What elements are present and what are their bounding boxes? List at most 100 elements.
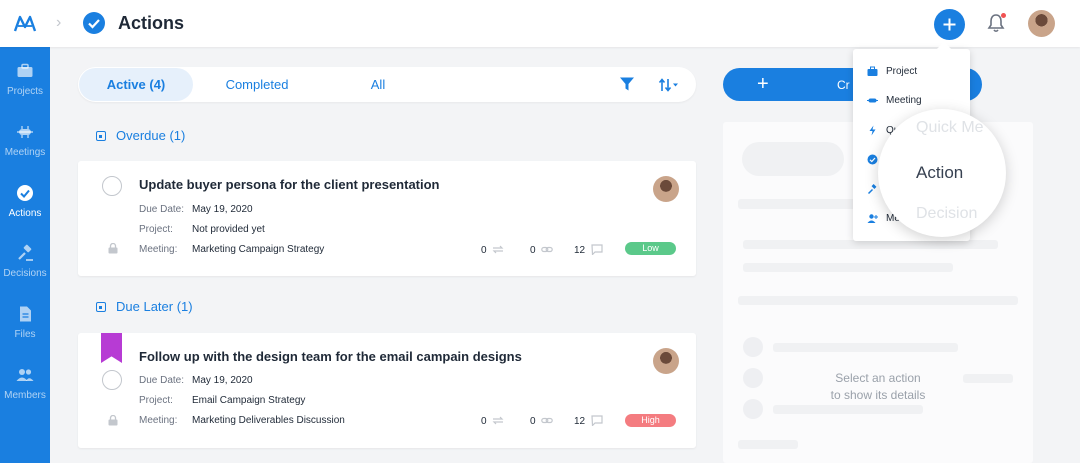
filter-bar: Active (4) Completed All [78,67,696,102]
top-bar: › Actions [0,0,1080,47]
meeting-icon [17,126,33,138]
plus-icon: + [757,73,769,95]
link-icon [541,246,553,253]
skeleton-line [738,296,1018,305]
repeat-icon [492,245,504,254]
meeting-value: Marketing Campaign Strategy [192,244,325,255]
check-circle-icon [17,185,33,201]
meeting-label: Meeting: [139,415,178,426]
file-icon [20,306,31,322]
sidebar-item-label: Decisions [3,268,47,279]
briefcase-icon [17,63,33,77]
meeting-value: Marketing Deliverables Discussion [192,415,345,426]
due-date-value: May 19, 2020 [192,204,253,215]
magnified-item-action[interactable]: Action [916,163,963,183]
skeleton-line [773,405,923,414]
skeleton-line [743,240,998,249]
priority-badge: High [625,414,676,427]
check-circle-icon [867,154,878,165]
add-new-button[interactable] [934,9,965,40]
sidebar-item-label: Meetings [4,147,46,158]
link-count: 0 [530,416,536,427]
menu-magnifier-highlight[interactable]: Quick Me Action Decision [878,109,1006,237]
user-avatar[interactable] [1028,10,1055,37]
empty-state-message: Select an action to show its details [723,370,1033,404]
sidebar-item-label: Members [4,390,46,401]
page-title: Actions [118,13,185,33]
magnified-item-below: Decision [916,205,978,222]
action-title: Update buyer persona for the client pres… [139,177,440,192]
due-date-label: Due Date: [139,204,185,215]
skeleton-block [742,142,844,176]
empty-state-line: Select an action [835,371,921,385]
breadcrumb-chevron-icon: › [56,14,62,31]
priority-badge: Low [625,242,676,255]
meeting-label: Meeting: [139,244,178,255]
filter-icon[interactable] [619,76,635,92]
sidebar: Projects Meetings Actions Decisions File… [0,47,50,463]
calendar-icon [96,131,106,141]
group-heading-due-later[interactable]: Due Later (1) [96,299,193,314]
tab-completed[interactable]: Completed [203,68,311,101]
sort-icon[interactable] [658,77,680,93]
sidebar-item-projects[interactable]: Projects [0,62,50,118]
group-heading-label: Due Later (1) [116,299,193,314]
project-value: Not provided yet [192,224,265,235]
notification-badge [1001,13,1006,18]
complete-checkbox[interactable] [102,370,122,390]
action-card[interactable]: Follow up with the design team for the e… [78,333,696,448]
empty-state-line: to show its details [830,388,926,402]
actions-check-icon [83,12,105,34]
create-button-label: Cr [837,78,850,92]
gavel-icon [867,184,877,195]
repeat-count: 0 [481,245,487,256]
magnified-item-above: Quick Me [916,119,984,136]
action-title: Follow up with the design team for the e… [139,349,522,364]
sidebar-item-files[interactable]: Files [0,305,50,361]
action-card[interactable]: Update buyer persona for the client pres… [78,161,696,276]
repeat-icon [492,416,504,425]
group-heading-overdue[interactable]: Overdue (1) [96,128,185,143]
comment-count: 12 [574,416,586,427]
project-value: Email Campaign Strategy [192,395,306,406]
lock-icon [108,415,118,426]
calendar-icon [96,302,106,312]
link-count: 0 [530,245,536,256]
group-heading-label: Overdue (1) [116,128,186,143]
assignee-avatar[interactable] [653,176,679,202]
skeleton-line [738,440,798,449]
sidebar-item-label: Actions [8,208,42,219]
skeleton-circle [743,337,763,357]
due-date-value: May 19, 2020 [192,375,253,386]
menu-item-meeting[interactable]: Meeting [867,94,967,108]
sidebar-item-members[interactable]: Members [0,366,50,422]
comment-icon [591,244,603,255]
app-logo-icon[interactable] [13,13,37,35]
skeleton-line [743,263,953,272]
bolt-icon [869,125,876,136]
repeat-count: 0 [481,416,487,427]
assignee-avatar[interactable] [653,348,679,374]
gavel-icon [18,244,33,261]
people-icon [16,369,34,381]
sidebar-item-actions[interactable]: Actions [0,184,50,240]
sidebar-item-meetings[interactable]: Meetings [0,123,50,179]
due-date-label: Due Date: [139,375,185,386]
menu-item-label: Project [886,66,918,77]
complete-checkbox[interactable] [102,176,122,196]
link-icon [541,417,553,424]
add-person-icon [867,214,878,223]
skeleton-line [773,343,958,352]
lock-icon [108,243,118,254]
tab-all[interactable]: All [338,68,418,101]
menu-item-label: Meeting [886,95,922,106]
tab-active[interactable]: Active (4) [79,68,193,101]
menu-item-project[interactable]: Project [867,65,967,79]
meeting-icon [867,98,878,103]
comment-count: 12 [574,245,586,256]
comment-icon [591,415,603,426]
sidebar-item-label: Files [14,329,36,340]
project-label: Project: [139,224,173,235]
sidebar-item-decisions[interactable]: Decisions [0,244,50,300]
project-label: Project: [139,395,173,406]
